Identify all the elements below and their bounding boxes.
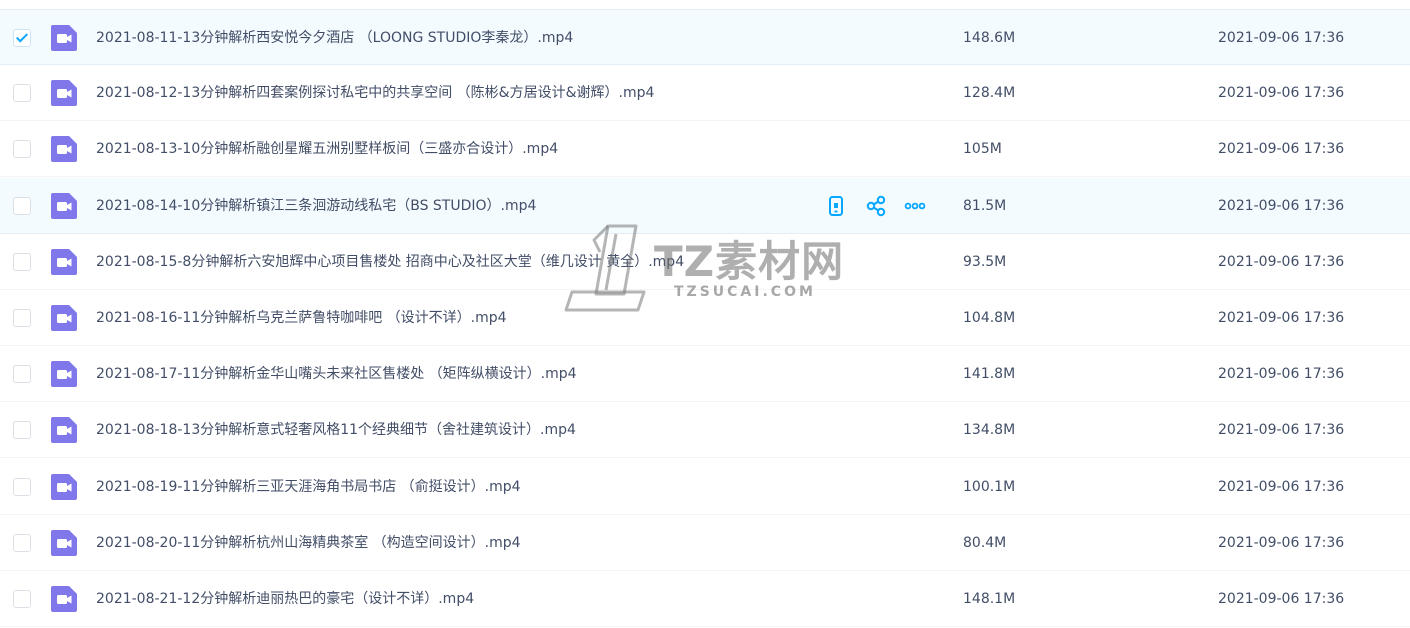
row-checkbox[interactable] bbox=[13, 533, 31, 552]
file-date: 2021-09-06 17:36 bbox=[1218, 310, 1345, 326]
file-size: 141.8M bbox=[963, 366, 1016, 383]
row-checkbox[interactable] bbox=[13, 84, 31, 103]
row-checkbox[interactable] bbox=[13, 477, 31, 496]
file-date: 2021-09-06 17:36 bbox=[1218, 591, 1345, 607]
video-file-icon bbox=[50, 24, 78, 52]
file-date: 2021-09-06 17:36 bbox=[1218, 366, 1345, 383]
video-file-icon bbox=[50, 416, 78, 444]
file-date: 2021-09-06 17:36 bbox=[1218, 85, 1345, 102]
file-size: 128.4M bbox=[963, 85, 1016, 102]
share-icon[interactable] bbox=[865, 195, 887, 217]
video-file-icon bbox=[50, 135, 78, 163]
table-row[interactable]: 2021-08-17-11分钟解析金华山嘴头未来社区售楼处 （矩阵纵横设计）.m… bbox=[0, 346, 1410, 403]
file-date: 2021-09-06 17:36 bbox=[1218, 534, 1345, 551]
check-icon bbox=[15, 30, 29, 43]
table-row[interactable]: 2021-08-20-11分钟解析杭州山海精典茶室 （构造空间设计）.mp4 80… bbox=[0, 515, 1410, 571]
file-date: 2021-09-06 17:36 bbox=[1218, 30, 1345, 46]
file-date: 2021-09-06 17:36 bbox=[1218, 253, 1345, 270]
video-file-icon bbox=[50, 360, 78, 388]
file-size: 93.5M bbox=[963, 253, 1007, 270]
file-size: 104.8M bbox=[963, 310, 1016, 326]
file-name[interactable]: 2021-08-13-10分钟解析融创星耀五洲别墅样板间（三盛亦合设计）.mp4 bbox=[96, 121, 558, 177]
video-file-icon bbox=[50, 304, 78, 332]
table-row[interactable]: 2021-08-18-13分钟解析意式轻奢风格11个经典细节（舍社建筑设计）.m… bbox=[0, 402, 1410, 459]
video-file-icon bbox=[50, 192, 78, 220]
row-checkbox[interactable] bbox=[13, 196, 31, 215]
video-file-icon bbox=[50, 529, 78, 557]
table-row[interactable]: 2021-08-21-12分钟解析迪丽热巴的豪宅（设计不详）.mp4 148.1M… bbox=[0, 571, 1410, 627]
phone-icon[interactable] bbox=[825, 195, 847, 217]
table-row[interactable]: 2021-08-12-13分钟解析四套案例探讨私宅中的共享空间 （陈彬&方居设计… bbox=[0, 65, 1410, 122]
file-list: 2021-08-11-13分钟解析西安悦今夕酒店 （LOONG STUDIO李秦… bbox=[0, 0, 1410, 628]
file-name[interactable]: 2021-08-19-11分钟解析三亚天涯海角书局书店 （俞挺设计）.mp4 bbox=[96, 459, 521, 515]
file-name[interactable]: 2021-08-17-11分钟解析金华山嘴头未来社区售楼处 （矩阵纵横设计）.m… bbox=[96, 346, 577, 402]
row-checkbox[interactable] bbox=[13, 252, 31, 271]
file-date: 2021-09-06 17:36 bbox=[1218, 478, 1345, 495]
file-size: 81.5M bbox=[963, 197, 1007, 214]
video-file-icon bbox=[50, 585, 78, 613]
file-name[interactable]: 2021-08-18-13分钟解析意式轻奢风格11个经典细节（舍社建筑设计）.m… bbox=[96, 402, 576, 458]
file-name[interactable]: 2021-08-15-8分钟解析六安旭辉中心项目售楼处 招商中心及社区大堂（维几… bbox=[96, 234, 684, 290]
file-size: 148.1M bbox=[963, 591, 1016, 607]
file-name[interactable]: 2021-08-14-10分钟解析镇江三条洄游动线私宅（BS STUDIO）.m… bbox=[96, 178, 536, 234]
row-checkbox[interactable] bbox=[13, 309, 31, 327]
row-checkbox[interactable] bbox=[13, 365, 31, 384]
file-size: 134.8M bbox=[963, 422, 1016, 439]
file-size: 148.6M bbox=[963, 30, 1016, 46]
video-file-icon bbox=[50, 248, 78, 276]
table-row[interactable]: 2021-08-14-10分钟解析镇江三条洄游动线私宅（BS STUDIO）.m… bbox=[0, 177, 1410, 234]
file-size: 105M bbox=[963, 141, 1002, 158]
video-file-icon bbox=[50, 473, 78, 501]
row-checkbox[interactable] bbox=[13, 29, 31, 47]
row-checkbox[interactable] bbox=[13, 140, 31, 159]
file-name[interactable]: 2021-08-21-12分钟解析迪丽热巴的豪宅（设计不详）.mp4 bbox=[96, 571, 474, 627]
file-date: 2021-09-06 17:36 bbox=[1218, 197, 1345, 214]
file-name[interactable]: 2021-08-20-11分钟解析杭州山海精典茶室 （构造空间设计）.mp4 bbox=[96, 515, 521, 571]
row-checkbox[interactable] bbox=[13, 421, 31, 440]
table-row[interactable]: 2021-08-15-8分钟解析六安旭辉中心项目售楼处 招商中心及社区大堂（维几… bbox=[0, 234, 1410, 290]
table-row[interactable]: 2021-08-13-10分钟解析融创星耀五洲别墅样板间（三盛亦合设计）.mp4… bbox=[0, 121, 1410, 178]
file-name[interactable]: 2021-08-16-11分钟解析乌克兰萨鲁特咖啡吧 （设计不详）.mp4 bbox=[96, 290, 507, 346]
video-file-icon bbox=[50, 79, 78, 107]
file-size: 100.1M bbox=[963, 478, 1016, 495]
table-row[interactable]: 2021-08-11-13分钟解析西安悦今夕酒店 （LOONG STUDIO李秦… bbox=[0, 9, 1410, 65]
file-size: 80.4M bbox=[963, 534, 1007, 551]
more-icon[interactable] bbox=[904, 195, 926, 217]
file-name[interactable]: 2021-08-11-13分钟解析西安悦今夕酒店 （LOONG STUDIO李秦… bbox=[96, 10, 573, 66]
file-date: 2021-09-06 17:36 bbox=[1218, 141, 1345, 158]
file-name[interactable]: 2021-08-12-13分钟解析四套案例探讨私宅中的共享空间 （陈彬&方居设计… bbox=[96, 65, 654, 121]
row-checkbox[interactable] bbox=[13, 590, 31, 608]
table-row[interactable]: 2021-08-16-11分钟解析乌克兰萨鲁特咖啡吧 （设计不详）.mp4 104… bbox=[0, 290, 1410, 346]
file-date: 2021-09-06 17:36 bbox=[1218, 422, 1345, 439]
table-row[interactable]: 2021-08-19-11分钟解析三亚天涯海角书局书店 （俞挺设计）.mp4 10… bbox=[0, 459, 1410, 515]
